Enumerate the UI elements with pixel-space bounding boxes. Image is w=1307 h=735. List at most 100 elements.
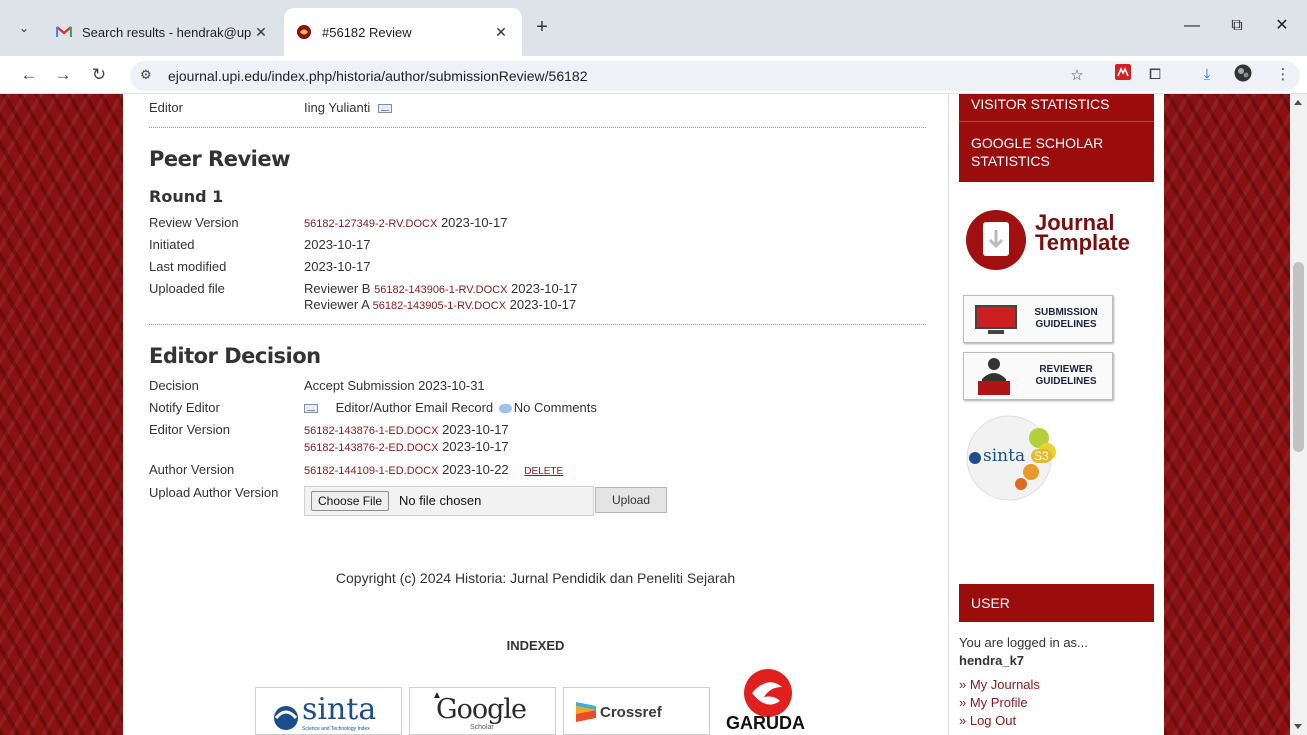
google-scholar-statistics-link[interactable]: GOOGLE SCHOLAR STATISTICS bbox=[959, 122, 1154, 182]
copyright-text: Copyright (c) 2024 Historia: Jurnal Pend… bbox=[335, 570, 736, 586]
google-logo-text: Google bbox=[436, 694, 527, 725]
close-tab-icon[interactable]: ✕ bbox=[492, 24, 510, 41]
scroll-down-icon[interactable] bbox=[1294, 724, 1302, 729]
submission-guidelines-text-1: SUBMISSION bbox=[1034, 307, 1098, 318]
no-file-chosen-text: No file chosen bbox=[399, 493, 482, 508]
back-icon[interactable]: ← bbox=[16, 62, 42, 88]
sinta-s3-badge[interactable]: sinta S3 bbox=[961, 412, 1059, 502]
initiated-value: 2023-10-17 bbox=[304, 237, 371, 252]
editor-file-2-date: 2023-10-17 bbox=[442, 439, 509, 454]
decision-value: Accept Submission 2023-10-31 bbox=[304, 378, 485, 393]
extension-red-icon[interactable] bbox=[1112, 64, 1134, 86]
scroll-up-icon[interactable] bbox=[1294, 100, 1302, 105]
sinta-logo[interactable]: sinta Science and Technology Index bbox=[255, 687, 402, 735]
logged-in-info: You are logged in as... hendra_k7 bbox=[959, 634, 1088, 670]
tab-review[interactable]: #56182 Review ✕ bbox=[284, 8, 522, 56]
journal-template-text-2: Template bbox=[1035, 230, 1130, 255]
reviewer-b-file-link[interactable]: 56182-143906-1-RV.DOCX bbox=[374, 284, 507, 296]
divider bbox=[149, 127, 926, 128]
editor-label: Editor bbox=[149, 100, 183, 115]
tab-gmail[interactable]: Search results - hendrak@upi.e ✕ bbox=[44, 8, 282, 56]
url-text: ejournal.upi.edu/index.php/historia/auth… bbox=[168, 68, 588, 84]
extensions-puzzle-icon[interactable]: ⧠ bbox=[1144, 64, 1166, 86]
comment-bubble-icon[interactable] bbox=[498, 404, 512, 414]
divider bbox=[149, 324, 926, 325]
uploaded-file-label: Uploaded file bbox=[149, 281, 225, 296]
user-links: » My Journals » My Profile » Log Out bbox=[959, 676, 1040, 730]
decision-label: Decision bbox=[149, 378, 199, 393]
journal-template-banner[interactable]: Journal Template bbox=[963, 202, 1153, 282]
editor-file-2-link[interactable]: 56182-143876-2-ED.DOCX bbox=[304, 442, 439, 454]
reviewer-person-icon bbox=[978, 358, 1010, 395]
initiated-label: Initiated bbox=[149, 237, 195, 252]
upload-button[interactable]: Upload bbox=[595, 487, 667, 513]
download-icon[interactable]: ⤓ bbox=[1196, 64, 1218, 86]
delete-link[interactable]: DELETE bbox=[524, 466, 563, 477]
round-heading: Round 1 bbox=[149, 187, 224, 206]
ojs-icon bbox=[296, 24, 312, 40]
my-journals-link[interactable]: » My Journals bbox=[959, 676, 1040, 694]
reviewer-guidelines-link[interactable]: REVIEWER GUIDELINES bbox=[963, 352, 1113, 400]
email-icon[interactable] bbox=[377, 104, 392, 114]
reviewer-guidelines-text-2: GUIDELINES bbox=[1035, 376, 1097, 387]
last-modified-label: Last modified bbox=[149, 259, 227, 274]
tab-search-chevron-icon[interactable]: ⌄ bbox=[12, 16, 36, 40]
reviewer-a-label: Reviewer A bbox=[304, 297, 370, 312]
browser-toolbar: ← → ↻ ⚙ ejournal.upi.edu/index.php/histo… bbox=[0, 56, 1307, 94]
crossref-logo-text: Crossref bbox=[600, 704, 662, 721]
choose-file-button[interactable]: Choose File bbox=[311, 491, 390, 511]
page-scrollbar[interactable] bbox=[1290, 94, 1307, 735]
email-record-link[interactable]: Editor/Author Email Record bbox=[336, 400, 494, 415]
page-viewport: Editor Iing Yulianti Peer Review Round 1… bbox=[0, 94, 1307, 735]
minimize-icon[interactable]: — bbox=[1180, 14, 1204, 38]
peer-review-heading: Peer Review bbox=[149, 147, 291, 171]
editor-version-label: Editor Version bbox=[149, 422, 230, 437]
reviewer-a-file-link[interactable]: 56182-143905-1-RV.DOCX bbox=[373, 300, 506, 312]
my-profile-link[interactable]: » My Profile bbox=[959, 694, 1040, 712]
log-out-link[interactable]: » Log Out bbox=[959, 712, 1040, 730]
upload-author-version-label: Upload Author Version bbox=[149, 485, 279, 500]
review-version-label: Review Version bbox=[149, 215, 239, 230]
site-info-icon[interactable]: ⚙ bbox=[140, 67, 152, 83]
reload-icon[interactable]: ↻ bbox=[86, 62, 112, 88]
reviewer-a-date: 2023-10-17 bbox=[509, 297, 577, 312]
submission-guidelines-link[interactable]: SUBMISSION GUIDELINES bbox=[963, 295, 1113, 343]
bookmark-star-icon[interactable]: ☆ bbox=[1066, 65, 1088, 87]
new-tab-icon[interactable]: + bbox=[530, 16, 554, 40]
editor-name: Iing Yulianti bbox=[304, 100, 371, 115]
last-modified-value: 2023-10-17 bbox=[304, 259, 371, 274]
sinta-badge-level: S3 bbox=[1031, 449, 1052, 463]
indexed-heading: INDEXED bbox=[506, 638, 565, 653]
crossref-logo[interactable]: Crossref bbox=[563, 687, 710, 735]
browser-tab-bar: ⌄ Search results - hendrak@upi.e ✕ #5618… bbox=[0, 0, 1307, 56]
visitor-statistics-link[interactable]: VISITOR STATISTICS bbox=[959, 94, 1154, 122]
garuda-logo[interactable]: GARUDA bbox=[716, 667, 823, 735]
notify-email-icon[interactable] bbox=[304, 404, 318, 414]
restore-icon[interactable]: ⧉ bbox=[1225, 14, 1249, 38]
author-file-date: 2023-10-22 bbox=[442, 462, 509, 477]
author-version-label: Author Version bbox=[149, 462, 235, 477]
profile-avatar-icon[interactable] bbox=[1232, 64, 1254, 86]
sinta-logo-subtext: Science and Technology Index bbox=[302, 726, 370, 732]
gmail-icon bbox=[56, 24, 72, 40]
submission-guidelines-text-2: GUIDELINES bbox=[1035, 319, 1097, 330]
file-input: Choose File No file chosen bbox=[304, 486, 594, 516]
close-tab-icon[interactable]: ✕ bbox=[252, 24, 270, 41]
author-file-link[interactable]: 56182-144109-1-ED.DOCX bbox=[304, 465, 439, 477]
editor-file-1-link[interactable]: 56182-143876-1-ED.DOCX bbox=[304, 425, 439, 437]
editor-file-1-date: 2023-10-17 bbox=[442, 422, 509, 437]
scroll-thumb[interactable] bbox=[1293, 262, 1304, 452]
no-comments-text: No Comments bbox=[513, 400, 597, 415]
tab-title: #56182 Review bbox=[322, 24, 412, 40]
journal-template-icon bbox=[966, 210, 1026, 270]
review-version-file-link[interactable]: 56182-127349-2-RV.DOCX bbox=[304, 218, 437, 230]
browser-menu-icon[interactable]: ⋮ bbox=[1272, 64, 1294, 86]
main-column: Editor Iing Yulianti Peer Review Round 1… bbox=[123, 94, 948, 735]
content-panel: Editor Iing Yulianti Peer Review Round 1… bbox=[123, 94, 1164, 735]
google-scholar-logo[interactable]: ▲ Google Scholar bbox=[409, 687, 556, 735]
google-logo-subtext: Scholar bbox=[470, 724, 494, 731]
close-window-icon[interactable]: ✕ bbox=[1270, 14, 1294, 38]
forward-icon[interactable]: → bbox=[50, 62, 76, 88]
garuda-logo-text: GARUDA bbox=[726, 713, 805, 733]
monitor-icon bbox=[975, 305, 1017, 334]
